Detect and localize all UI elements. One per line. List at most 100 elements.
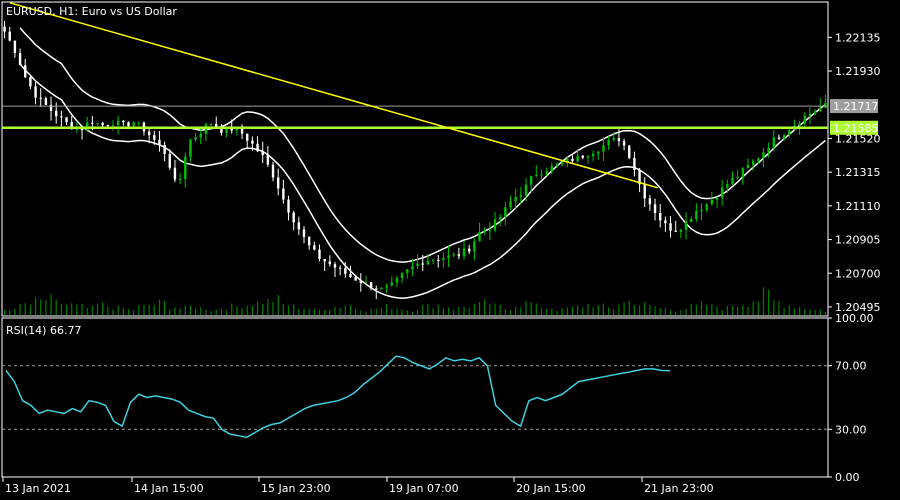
candle-body [757,158,760,161]
time-axis-label: 21 Jan 23:00 [644,482,714,495]
candle-body [354,277,357,281]
candle-body [571,158,574,162]
candle-body [462,248,466,257]
candle-body [369,282,373,289]
current-price-label: 1.21717 [833,100,879,113]
candle-body [153,135,156,140]
candle-body [400,273,404,279]
candle-body [705,204,708,210]
candle-body [375,288,378,290]
candle-body [34,86,37,98]
candle-body [803,115,806,124]
candle-body [199,133,202,138]
candle-body [411,266,414,270]
candle-body [168,153,171,168]
chart-title-symbol: EURUSD, H1: Euro vs US Dollar [6,5,177,18]
candle-body [628,145,631,158]
candle-body [147,131,151,136]
candle-body [669,223,672,231]
candle-body [96,122,99,124]
candle-body [772,137,775,148]
candle-body [266,155,270,165]
candle-body [91,122,94,124]
rsi-axis-label: 30.00 [835,423,867,436]
candle-body [302,229,306,238]
candle-body [514,196,517,202]
rsi-axis-label: 100.00 [835,312,874,325]
price-axis-label: 1.20905 [835,234,881,247]
candle-body [468,248,471,252]
candle-body [251,140,254,144]
candle-body [597,151,600,154]
candle-body [746,165,750,169]
candle-body [545,171,548,175]
candle-body [684,221,688,230]
rsi-axis-label: 0.00 [835,471,860,484]
candle-body [431,259,435,261]
candle-body [767,147,770,153]
candle-body [581,155,584,158]
candle-body [127,122,130,127]
candle-body [55,110,58,117]
time-axis-label: 15 Jan 23:00 [261,482,331,495]
candle-body [700,209,703,212]
candle-body [498,217,502,220]
candle-body [478,232,481,242]
candle-body [447,255,450,259]
candle-body [819,107,822,112]
chart-canvas[interactable]: EURUSD, H1: Euro vs US Dollar 1.22135 1.21… [0,0,900,500]
price-axis-label: 1.21930 [835,65,881,78]
candle-body [659,212,662,221]
candle-body [751,160,755,166]
candle-body [318,249,321,260]
candle-body [194,137,197,140]
candle-body [529,176,533,185]
rsi-axis-label: 70.00 [835,360,867,373]
chart-window[interactable]: EURUSD, H1: Euro vs US Dollar 1.22135 1.21… [0,0,900,500]
price-axis-label: 1.21315 [835,166,881,179]
candle-body [540,174,543,176]
candle-body [60,116,63,118]
candle-body [178,179,182,181]
candle-body [24,65,27,78]
candle-body [116,120,120,126]
candle-body [380,287,383,290]
candle-body [591,153,595,157]
candle-body [85,122,89,131]
candle-body [106,125,110,127]
candle-body [421,263,424,265]
candle-body [3,26,6,32]
candle-body [726,184,729,188]
candle-body [442,258,445,261]
candle-body [297,222,301,230]
candle-body [437,259,440,261]
candle-body [550,166,554,172]
time-axis-label: 19 Jan 07:00 [389,482,459,495]
rsi-label: RSI(14) 66.77 [6,324,81,337]
candle-body [731,178,734,185]
envelope-upper-line [19,27,826,263]
price-axis-label: 1.22135 [835,31,881,44]
candle-body [137,122,141,124]
candle-body [173,167,177,180]
candle-body [426,260,430,265]
candle-body [653,204,657,213]
candle-body [736,176,739,179]
candle-body [710,199,714,205]
candle-body [390,282,393,286]
candle-body [643,184,646,199]
candle-body [824,102,827,108]
trend-line[interactable] [9,2,658,189]
candle-body [602,145,605,152]
candle-body [695,211,698,220]
candle-body [44,98,48,105]
candle-body [715,197,719,200]
candle-body [808,113,812,116]
candle-body [13,40,17,53]
candle-body [689,219,693,222]
candle-body [344,268,347,274]
candle-body [333,264,337,268]
candle-body [762,152,765,159]
candle-body [323,259,326,262]
candle-body [29,77,32,87]
